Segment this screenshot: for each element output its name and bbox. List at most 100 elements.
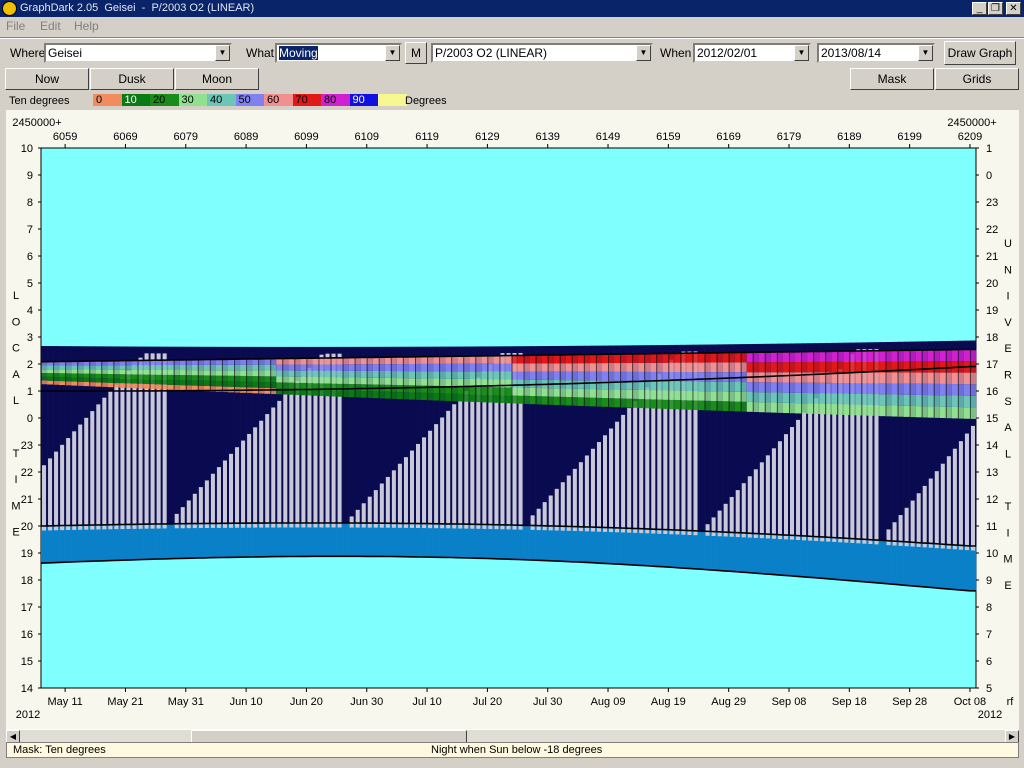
night-stripe: [716, 352, 718, 411]
altitude-band: [589, 389, 597, 398]
altitude-band: [614, 363, 621, 372]
moonlit-bar: [222, 460, 227, 528]
altitude-band: [131, 365, 138, 370]
altitude-band: [252, 364, 259, 371]
moonlit-bar: [645, 387, 650, 534]
moonlit-bar: [771, 448, 776, 539]
twilight-band: [674, 529, 681, 568]
moonlit-bar: [578, 462, 583, 532]
twilight-band: [698, 530, 705, 570]
altitude-band: [650, 390, 657, 400]
altitude-band: [191, 364, 199, 371]
jd-tick-label: 6179: [777, 131, 801, 143]
altitude-band: [433, 378, 440, 386]
altitude-band: [722, 391, 729, 402]
night-stripe: [837, 351, 839, 415]
twilight-band: [83, 525, 90, 562]
altitude-band: [469, 356, 476, 364]
twilight-band: [252, 523, 259, 557]
altitude-band: [734, 381, 742, 392]
altitude-band: [807, 403, 814, 414]
altitude-band: [686, 362, 693, 373]
twilight-band: [330, 522, 337, 557]
twilight-band: [137, 524, 144, 560]
twilight-band: [933, 543, 941, 588]
left-axis-title-letter: O: [12, 316, 21, 328]
night-stripe: [776, 352, 778, 413]
moonlit-bar: [42, 465, 47, 531]
altitude-band: [915, 406, 923, 418]
twilight-band: [415, 523, 422, 557]
altitude-band: [915, 350, 923, 362]
altitude-band: [191, 375, 199, 381]
altitude-band: [746, 382, 754, 393]
altitude-band: [770, 402, 778, 413]
altitude-band: [457, 386, 464, 394]
date-tick-label: Aug 19: [651, 696, 686, 708]
altitude-band: [360, 357, 368, 365]
altitude-band: [927, 361, 935, 373]
twilight-band: [837, 537, 844, 580]
altitude-band: [336, 390, 343, 397]
night-stripe: [752, 352, 754, 413]
altitude-band: [807, 393, 814, 404]
moonlit-bar: [759, 462, 764, 539]
altitude-band: [517, 395, 524, 404]
altitude-band: [855, 350, 862, 362]
twilight-band: [831, 537, 838, 580]
moonlit-bar: [78, 424, 83, 530]
left-hour-tick: 23: [21, 440, 33, 452]
twilight-band: [234, 523, 241, 558]
right-hour-tick: 20: [986, 278, 998, 290]
night-stripe: [969, 349, 971, 419]
night-stripe: [149, 360, 151, 389]
altitude-band: [300, 376, 307, 383]
twilight-band: [921, 542, 929, 587]
altitude-band: [493, 387, 500, 395]
night-stripe: [897, 350, 899, 417]
night-stripe: [318, 358, 320, 397]
altitude-band: [360, 370, 368, 378]
altitude-band: [879, 405, 886, 417]
moonlit-bar: [283, 394, 288, 528]
date-tick-label: Aug 29: [711, 696, 746, 708]
altitude-band: [107, 369, 114, 375]
altitude-band: [589, 363, 597, 372]
altitude-band: [951, 406, 959, 419]
altitude-band: [553, 363, 561, 372]
night-stripe: [197, 359, 199, 392]
twilight-band: [505, 524, 512, 560]
year-left-label: 2012: [16, 709, 40, 721]
altitude-band: [179, 375, 187, 381]
altitude-band: [493, 394, 500, 403]
altitude-band: [843, 361, 850, 373]
altitude-band: [939, 406, 947, 419]
altitude-band: [481, 363, 488, 372]
moonlit-bar: [729, 496, 734, 537]
altitude-band: [843, 404, 850, 415]
altitude-band: [336, 364, 343, 371]
date-tick-label: Jul 10: [412, 696, 441, 708]
altitude-band: [782, 351, 790, 363]
twilight-band: [891, 540, 898, 585]
altitude-band: [626, 398, 633, 408]
altitude-band: [879, 350, 886, 362]
altitude-band: [710, 372, 717, 382]
altitude-band: [47, 365, 54, 370]
moonlit-bar: [590, 448, 595, 532]
altitude-band: [939, 383, 947, 396]
altitude-band: [891, 372, 898, 384]
altitude-band: [203, 375, 211, 381]
altitude-band: [867, 350, 874, 362]
altitude-band: [228, 364, 235, 371]
altitude-band: [819, 403, 826, 415]
altitude-band: [831, 393, 838, 405]
night-stripe: [463, 356, 465, 402]
altitude-band: [240, 364, 247, 371]
altitude-band: [674, 353, 681, 363]
altitude-band: [288, 376, 295, 383]
moonlit-bar: [391, 470, 396, 528]
altitude-band: [855, 393, 862, 405]
altitude-band: [360, 377, 368, 385]
altitude-band: [529, 387, 536, 397]
